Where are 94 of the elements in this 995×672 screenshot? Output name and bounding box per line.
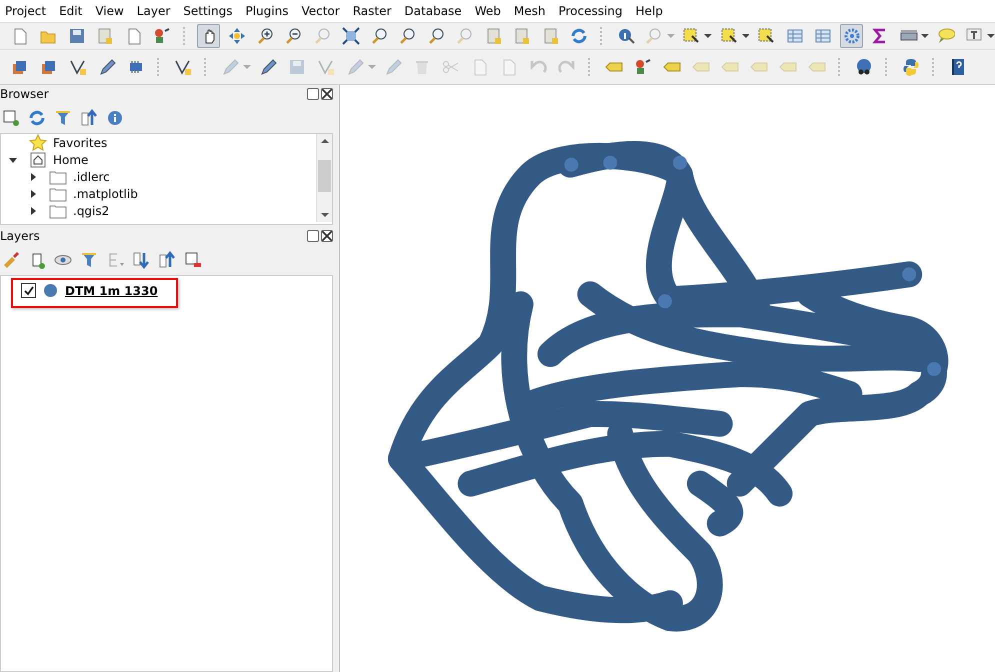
close-icon[interactable]: [321, 88, 333, 100]
pencil-icon: [98, 58, 116, 76]
layer-name[interactable]: DTM 1m 1330: [65, 284, 158, 298]
pencil-icon: [259, 58, 277, 76]
scissors-icon: [442, 58, 460, 76]
menu-item[interactable]: Plugins: [245, 4, 288, 18]
close-icon[interactable]: [321, 230, 333, 242]
info-icon[interactable]: [106, 109, 124, 127]
magnifier-icon: [370, 27, 389, 45]
select-icon: [720, 27, 738, 45]
float-icon[interactable]: [307, 230, 319, 242]
tree-item[interactable]: Favorites: [53, 136, 108, 150]
menu-item[interactable]: Help: [636, 4, 663, 18]
menu-item[interactable]: Layer: [136, 4, 170, 18]
refresh-icon: [570, 27, 588, 45]
chip-icon: [127, 58, 145, 76]
layer-checkbox[interactable]: [21, 283, 36, 298]
caret-icon[interactable]: [704, 33, 712, 39]
panel-title: Layers: [0, 229, 40, 243]
tree-item[interactable]: .matplotlib: [73, 186, 138, 200]
menu-item[interactable]: Raster: [352, 4, 392, 18]
caret-icon[interactable]: [987, 33, 995, 39]
collapse-arrow-icon[interactable]: [9, 156, 17, 164]
tree-item[interactable]: .idlerc: [73, 170, 110, 184]
add-icon[interactable]: [2, 109, 20, 127]
gear-button[interactable]: [840, 24, 864, 48]
remove-icon[interactable]: [184, 251, 202, 269]
caret-icon[interactable]: [742, 33, 750, 39]
trash-icon: [413, 58, 431, 76]
save-icon: [288, 58, 306, 76]
pencil-icon: [221, 58, 239, 76]
pencil-icon: [384, 58, 402, 76]
tree-item[interactable]: .qgis2: [73, 204, 110, 218]
pan-button[interactable]: [196, 24, 220, 48]
collapse-icon[interactable]: [80, 109, 98, 127]
table-icon: [786, 27, 804, 45]
panel-title: Browser: [0, 87, 49, 101]
vertex-icon: [174, 58, 192, 76]
select-icon: [757, 27, 776, 45]
menu-item[interactable]: View: [95, 4, 124, 18]
zoom-in-icon: [256, 27, 275, 45]
menu-item[interactable]: Edit: [59, 4, 82, 18]
menu-item[interactable]: Mesh: [514, 4, 546, 18]
move-icon: [228, 27, 246, 45]
collapse-icon[interactable]: [158, 251, 176, 269]
layers-icon: [40, 58, 58, 76]
palette-icon: [153, 27, 172, 45]
page-icon: [96, 27, 114, 45]
zoom-out-icon: [285, 27, 304, 45]
home-icon: [29, 150, 47, 168]
magnifier-icon: [428, 27, 446, 45]
scroll-down-arrow-icon[interactable]: [320, 212, 328, 218]
refresh-icon[interactable]: [28, 109, 46, 127]
filter-icon[interactable]: [54, 109, 72, 127]
float-icon[interactable]: [307, 88, 319, 100]
pencil-icon: [346, 58, 364, 76]
vertex-icon: [317, 58, 335, 76]
scroll-up-arrow-icon[interactable]: [320, 138, 328, 144]
checkmark-icon: [24, 286, 34, 296]
star-icon: [29, 134, 47, 152]
menu-item[interactable]: Web: [474, 4, 501, 18]
menu-item[interactable]: Processing: [558, 4, 623, 18]
expand-icon[interactable]: [132, 251, 150, 269]
expand-arrow-icon[interactable]: [29, 172, 37, 180]
page-icon: [513, 27, 532, 45]
menu-item[interactable]: Settings: [183, 4, 232, 18]
magnifier-icon: [645, 27, 664, 45]
menu-item[interactable]: Database: [404, 4, 462, 18]
table-icon: [814, 27, 832, 45]
help-icon: [949, 58, 967, 76]
menu-item[interactable]: Vector: [301, 4, 340, 18]
scrollbar[interactable]: [316, 134, 332, 222]
speech-bubble-icon: [936, 27, 955, 45]
menu-item[interactable]: Project: [5, 4, 46, 18]
save-icon: [68, 27, 86, 45]
gear-icon: [842, 27, 861, 45]
python-icon: [902, 58, 920, 76]
expand-arrow-icon[interactable]: [29, 190, 37, 198]
magnifier-icon: [456, 27, 474, 45]
expand-arrow-icon[interactable]: [29, 206, 37, 214]
select-icon: [682, 27, 700, 45]
magnifier-icon: [399, 27, 418, 45]
caret-icon[interactable]: [921, 33, 930, 39]
identify-icon: [616, 27, 635, 45]
layers-icon: [11, 58, 29, 76]
page-icon: [484, 27, 503, 45]
tree-item[interactable]: Home: [53, 152, 88, 166]
filter-icon[interactable]: [80, 251, 98, 269]
style-icon[interactable]: [2, 251, 20, 269]
magnifier-icon: [314, 27, 332, 45]
palette-icon: [634, 58, 652, 76]
vertex-icon: [69, 58, 87, 76]
page-icon: [542, 27, 560, 45]
extent-icon: [342, 27, 360, 45]
